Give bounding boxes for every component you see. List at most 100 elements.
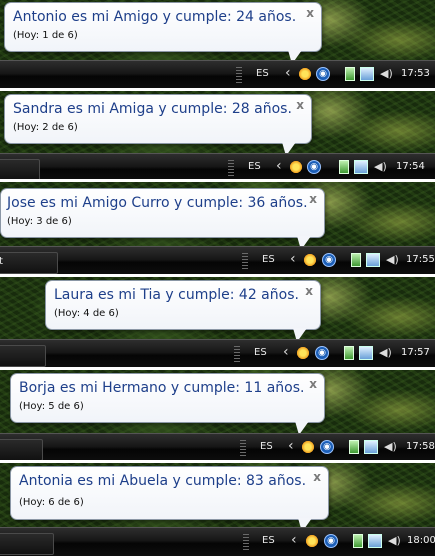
- notification-strip-3: Jose es mi Amigo Curro y cumple: 36 años…: [0, 182, 435, 274]
- notification-balloon[interactable]: Laura es mi Tia y cumple: 42 años. (Hoy:…: [45, 280, 321, 330]
- network-icon[interactable]: [366, 253, 380, 267]
- chevron-left-icon[interactable]: ‹: [288, 438, 294, 454]
- balloon-title: Sandra es mi Amiga y cumple: 28 años.: [13, 101, 292, 117]
- speaker-icon[interactable]: ◀): [388, 534, 402, 548]
- clock[interactable]: 17:54: [396, 161, 425, 172]
- network-icon[interactable]: [360, 67, 374, 81]
- language-indicator[interactable]: ES: [262, 535, 275, 546]
- sun-icon[interactable]: [289, 160, 303, 174]
- network-icon[interactable]: [364, 440, 378, 454]
- clock[interactable]: 17:58: [406, 441, 435, 452]
- close-icon[interactable]: x: [309, 192, 317, 206]
- close-icon[interactable]: x: [296, 98, 304, 112]
- language-indicator[interactable]: ES: [262, 254, 275, 265]
- battery-icon[interactable]: [345, 67, 355, 81]
- notification-balloon[interactable]: Sandra es mi Amiga y cumple: 28 años. (H…: [4, 94, 312, 144]
- speaker-icon[interactable]: ◀): [380, 67, 394, 81]
- chevron-left-icon[interactable]: ‹: [285, 65, 291, 81]
- notification-balloon[interactable]: Borja es mi Hermano y cumple: 11 años. (…: [10, 373, 325, 423]
- balloon-subtitle: (Hoy: 3 de 6): [7, 216, 72, 227]
- notification-strip-4: Laura es mi Tia y cumple: 42 años. (Hoy:…: [0, 277, 435, 367]
- strip-separator: [0, 179, 435, 182]
- network-icon[interactable]: [359, 346, 373, 360]
- notification-strip-5: Borja es mi Hermano y cumple: 11 años. (…: [0, 370, 435, 460]
- strip-separator: [0, 460, 435, 463]
- speaker-icon[interactable]: ◀): [386, 253, 400, 267]
- strip-separator: [0, 367, 435, 370]
- clock[interactable]: 17:57: [401, 347, 430, 358]
- speaker-icon[interactable]: ◀): [374, 160, 388, 174]
- close-icon[interactable]: x: [305, 284, 313, 298]
- strip-separator: [0, 88, 435, 91]
- notification-strip-6: Antonia es mi Abuela y cumple: 83 años. …: [0, 463, 435, 556]
- chevron-left-icon[interactable]: ‹: [276, 158, 282, 174]
- chevron-left-icon[interactable]: ‹: [291, 532, 297, 548]
- taskbar-grip[interactable]: [240, 440, 246, 456]
- taskbar-window-button[interactable]: [0, 159, 40, 179]
- wireless-icon[interactable]: ◉: [307, 160, 321, 174]
- wireless-icon[interactable]: ◉: [315, 346, 329, 360]
- notification-strip-2: Sandra es mi Amiga y cumple: 28 años. (H…: [0, 91, 435, 179]
- balloon-subtitle: (Hoy: 1 de 6): [13, 30, 78, 41]
- wireless-icon[interactable]: ◉: [316, 67, 330, 81]
- balloon-title: Antonio es mi Amigo y cumple: 24 años.: [13, 9, 297, 25]
- sun-icon[interactable]: [298, 67, 312, 81]
- close-icon[interactable]: x: [313, 470, 321, 484]
- chevron-left-icon[interactable]: ‹: [290, 251, 296, 267]
- speaker-icon[interactable]: ◀): [384, 440, 398, 454]
- taskbar-button-label: t: [0, 256, 3, 267]
- language-indicator[interactable]: ES: [260, 441, 273, 452]
- wireless-icon[interactable]: ◉: [320, 440, 334, 454]
- balloon-subtitle: (Hoy: 2 de 6): [13, 122, 78, 133]
- sun-icon[interactable]: [303, 253, 317, 267]
- battery-icon[interactable]: [339, 160, 349, 174]
- battery-icon[interactable]: [344, 346, 354, 360]
- balloon-subtitle: (Hoy: 6 de 6): [19, 497, 84, 508]
- taskbar-grip[interactable]: [228, 160, 234, 176]
- sun-icon[interactable]: [305, 534, 319, 548]
- close-icon[interactable]: x: [309, 377, 317, 391]
- taskbar-window-button[interactable]: [0, 439, 43, 460]
- taskbar: ES ‹ ◉ ◀) 17:53: [0, 60, 435, 88]
- taskbar: ES ‹ ◉ ◀) 17:58: [0, 433, 435, 460]
- taskbar-grip[interactable]: [243, 534, 249, 550]
- battery-icon[interactable]: [351, 253, 361, 267]
- language-indicator[interactable]: ES: [248, 161, 261, 172]
- taskbar-grip[interactable]: [234, 346, 240, 362]
- chevron-left-icon[interactable]: ‹: [283, 344, 289, 360]
- clock[interactable]: 18:00: [407, 535, 435, 546]
- notification-balloon[interactable]: Antonia es mi Abuela y cumple: 83 años. …: [10, 466, 329, 520]
- balloon-title: Antonia es mi Abuela y cumple: 83 años.: [19, 473, 307, 489]
- taskbar-grip[interactable]: [236, 67, 242, 83]
- taskbar-window-button[interactable]: [0, 345, 46, 367]
- sun-icon[interactable]: [296, 346, 310, 360]
- language-indicator[interactable]: ES: [254, 347, 267, 358]
- taskbar-grip[interactable]: [242, 253, 248, 269]
- notification-strip-1: Antonio es mi Amigo y cumple: 24 años. (…: [0, 0, 435, 88]
- wireless-icon[interactable]: ◉: [324, 534, 338, 548]
- speaker-icon[interactable]: ◀): [379, 346, 393, 360]
- close-icon[interactable]: x: [306, 6, 314, 20]
- taskbar: ES ‹ ◉ ◀) 18:00: [0, 527, 435, 556]
- balloon-title: Borja es mi Hermano y cumple: 11 años.: [19, 380, 305, 396]
- network-icon[interactable]: [354, 160, 368, 174]
- balloon-subtitle: (Hoy: 4 de 6): [54, 308, 119, 319]
- language-indicator[interactable]: ES: [256, 68, 269, 79]
- strip-separator: [0, 274, 435, 277]
- battery-icon[interactable]: [349, 440, 359, 454]
- taskbar-window-button[interactable]: [0, 533, 54, 555]
- taskbar-window-button[interactable]: t: [0, 252, 58, 274]
- wireless-icon[interactable]: ◉: [322, 253, 336, 267]
- balloon-subtitle: (Hoy: 5 de 6): [19, 401, 84, 412]
- balloon-title: Jose es mi Amigo Curro y cumple: 36 años…: [7, 195, 308, 211]
- network-icon[interactable]: [368, 534, 382, 548]
- sun-icon[interactable]: [301, 440, 315, 454]
- taskbar: t ES ‹ ◉ ◀) 17:55: [0, 246, 435, 274]
- taskbar: ES ‹ ◉ ◀) 17:57: [0, 339, 435, 367]
- notification-balloon[interactable]: Jose es mi Amigo Curro y cumple: 36 años…: [0, 188, 325, 238]
- clock[interactable]: 17:53: [401, 68, 430, 79]
- notification-balloon[interactable]: Antonio es mi Amigo y cumple: 24 años. (…: [4, 2, 322, 52]
- balloon-title: Laura es mi Tia y cumple: 42 años.: [54, 287, 299, 303]
- battery-icon[interactable]: [353, 534, 363, 548]
- clock[interactable]: 17:55: [406, 254, 435, 265]
